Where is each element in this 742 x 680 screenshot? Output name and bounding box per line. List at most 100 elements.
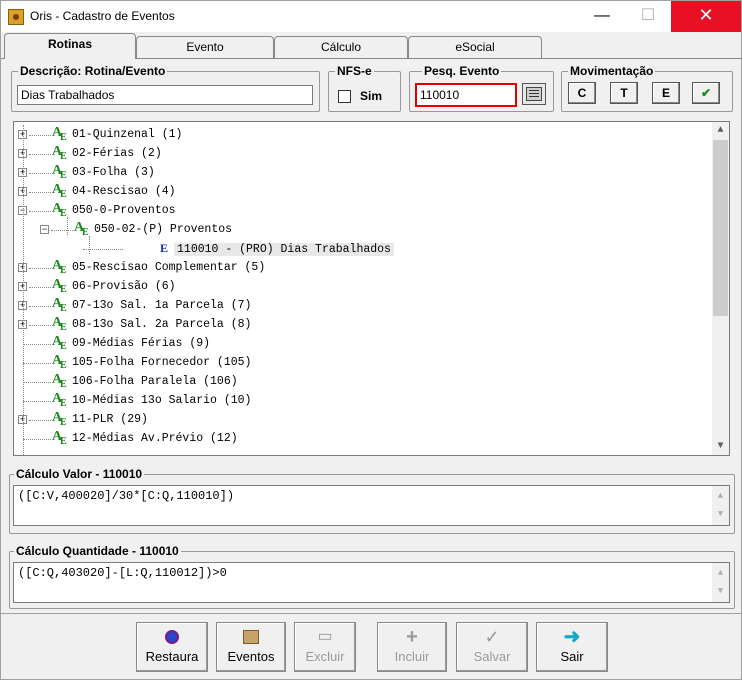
sair-button[interactable]: ➜ Sair	[536, 622, 608, 672]
rotina-tree[interactable]: + A E 01-Quinzenal (1) + A E 02-Férias (2) + A E 03…	[13, 121, 730, 456]
exit-arrow-icon: ➜	[563, 626, 581, 648]
tree-item-label: 06-Provisão (6)	[72, 280, 176, 293]
tree-item-label: 05-Rescisao Complementar (5)	[72, 261, 266, 274]
rotina-ae-icon: AE	[52, 163, 67, 181]
tree-expander-icon[interactable]: −	[40, 225, 49, 234]
salvar-button[interactable]: ✓ Salvar	[456, 622, 528, 672]
calculo-quantidade-formula: ([C:Q,403020]-[L:Q,110012])>0	[18, 566, 227, 580]
calculo-valor-scrollbar[interactable]: ▲ ▼	[712, 486, 729, 525]
tree-item-label: 050-0-Proventos	[72, 204, 176, 217]
action-bar	[1, 613, 742, 680]
rotina-ae-icon: AE	[52, 334, 67, 352]
search-list-icon	[526, 87, 542, 101]
nfse-label: NFS-e	[335, 64, 374, 78]
tree-item[interactable]: A E 105-Folha Fornecedor (105)	[52, 353, 251, 372]
tree-connector	[29, 287, 51, 288]
restore-icon	[137, 623, 207, 649]
scroll-down-arrow-icon[interactable]: ▼	[712, 583, 729, 600]
descricao-input[interactable]: Dias Trabalhados	[17, 85, 313, 105]
tree-connector	[23, 363, 51, 364]
tree-item[interactable]: A E 10-Médias 13o Salario (10)	[52, 391, 251, 410]
tree-item[interactable]: A E 05-Rescisao Complementar (5)	[52, 258, 265, 277]
scroll-down-arrow-icon[interactable]: ▼	[712, 438, 729, 455]
tree-connector	[29, 211, 51, 212]
incluir-button[interactable]: + Incluir	[377, 622, 447, 672]
incluir-label: Incluir	[394, 649, 430, 664]
scroll-up-arrow-icon[interactable]: ▲	[712, 488, 729, 505]
rotina-ae-icon: AE	[52, 429, 67, 447]
pesq-evento-label: Pesq. Evento	[422, 64, 502, 78]
descricao-label: Descrição: Rotina/Evento	[18, 64, 168, 78]
calculo-valor-textarea[interactable]: ([C:V,400020]/30*[C:Q,110010]) ▲ ▼	[13, 485, 730, 526]
restaura-label: Restaura	[145, 649, 199, 664]
tree-item[interactable]: A E 01-Quinzenal (1)	[52, 125, 182, 144]
mov-check-button[interactable]: ✔	[692, 82, 720, 104]
tree-connector	[29, 173, 51, 174]
calculo-quantidade-textarea[interactable]: ([C:Q,403020]-[L:Q,110012])>0 ▲ ▼	[13, 562, 730, 603]
tree-item[interactable]: A E 050-02-(P) Proventos	[74, 220, 232, 239]
tree-branch	[67, 217, 68, 235]
scroll-up-arrow-icon[interactable]: ▲	[712, 122, 729, 139]
tree-item[interactable]: A E 08-13o Sal. 2a Parcela (8)	[52, 315, 251, 334]
tree-item[interactable]: A E 11-PLR (29)	[52, 410, 148, 429]
tree-connector	[23, 382, 51, 383]
app-window: Oris - Cadastro de Eventos — ☐ ✕ Rotinas…	[0, 0, 742, 680]
tree-trunk	[23, 125, 24, 455]
tree-item-label: 050-02-(P) Proventos	[94, 223, 233, 236]
scroll-thumb[interactable]	[713, 140, 728, 316]
tree-item[interactable]: E 110010 - (PRO) Dias Trabalhados	[160, 239, 394, 258]
tab-esocial[interactable]: eSocial	[408, 36, 542, 58]
tree-connector	[23, 439, 51, 440]
tab-evento[interactable]: Evento	[136, 36, 274, 58]
rotina-ae-icon: AE	[52, 182, 67, 200]
scroll-up-arrow-icon[interactable]: ▲	[712, 565, 729, 582]
tree-item[interactable]: A E 03-Folha (3)	[52, 163, 155, 182]
tree-item-label: 02-Férias (2)	[72, 147, 162, 160]
restaura-button[interactable]: Restaura	[136, 622, 208, 672]
tree-item[interactable]: A E 106-Folha Paralela (106)	[52, 372, 238, 391]
tab-rotinas[interactable]: Rotinas	[4, 33, 136, 59]
calculo-quantidade-scrollbar[interactable]: ▲ ▼	[712, 563, 729, 602]
tree-item[interactable]: A E 050-0-Proventos	[52, 201, 176, 220]
tree-connector	[23, 344, 51, 345]
pesq-evento-input[interactable]: 110010	[415, 83, 517, 107]
delete-icon: ▭	[317, 628, 333, 645]
tree-scrollbar[interactable]: ▲ ▼	[712, 122, 729, 455]
events-icon	[217, 623, 285, 649]
rotina-ae-icon: AE	[52, 372, 67, 390]
tree-item-label: 110010 - (PRO) Dias Trabalhados	[174, 243, 394, 256]
minimize-button[interactable]: —	[579, 1, 625, 32]
nfse-sim-label: Sim	[360, 89, 383, 103]
tree-item[interactable]: A E 02-Férias (2)	[52, 144, 162, 163]
mov-c-button[interactable]: C	[568, 82, 596, 104]
rotina-ae-icon: AE	[52, 258, 67, 276]
nfse-checkbox[interactable]	[338, 90, 351, 103]
tree-connector	[29, 154, 51, 155]
calculo-quantidade-label: Cálculo Quantidade - 110010	[14, 544, 181, 558]
maximize-button[interactable]: ☐	[625, 1, 671, 32]
tree-item-label: 12-Médias Av.Prévio (12)	[72, 432, 238, 445]
tree-item-label: 10-Médias 13o Salario (10)	[72, 394, 252, 407]
tree-item[interactable]: A E 09-Médias Férias (9)	[52, 334, 210, 353]
rotina-ae-icon: AE	[52, 144, 67, 162]
mov-e-button[interactable]: E	[652, 82, 680, 104]
tree-item-label: 08-13o Sal. 2a Parcela (8)	[72, 318, 252, 331]
tab-calculo[interactable]: Cálculo	[274, 36, 408, 58]
eventos-button[interactable]: Eventos	[216, 622, 286, 672]
scroll-down-arrow-icon[interactable]: ▼	[712, 506, 729, 523]
tree-connector	[29, 306, 51, 307]
window-title: Oris - Cadastro de Eventos	[30, 9, 175, 23]
tree-item[interactable]: A E 04-Rescisao (4)	[52, 182, 176, 201]
tree-item[interactable]: A E 07-13o Sal. 1a Parcela (7)	[52, 296, 251, 315]
rotina-ae-icon: AE	[52, 353, 67, 371]
tree-item[interactable]: A E 06-Provisão (6)	[52, 277, 176, 296]
tree-item[interactable]: A E 12-Médias Av.Prévio (12)	[52, 429, 238, 448]
search-list-button[interactable]	[522, 83, 546, 105]
tab-strip: Rotinas Evento Cálculo eSocial	[1, 33, 742, 59]
close-button[interactable]: ✕	[671, 1, 741, 32]
mov-t-button[interactable]: T	[610, 82, 638, 104]
rotina-ae-icon: AE	[74, 220, 89, 238]
add-icon: +	[406, 626, 418, 648]
excluir-button[interactable]: ▭ Excluir	[294, 622, 356, 672]
tree-item-label: 01-Quinzenal (1)	[72, 128, 183, 141]
